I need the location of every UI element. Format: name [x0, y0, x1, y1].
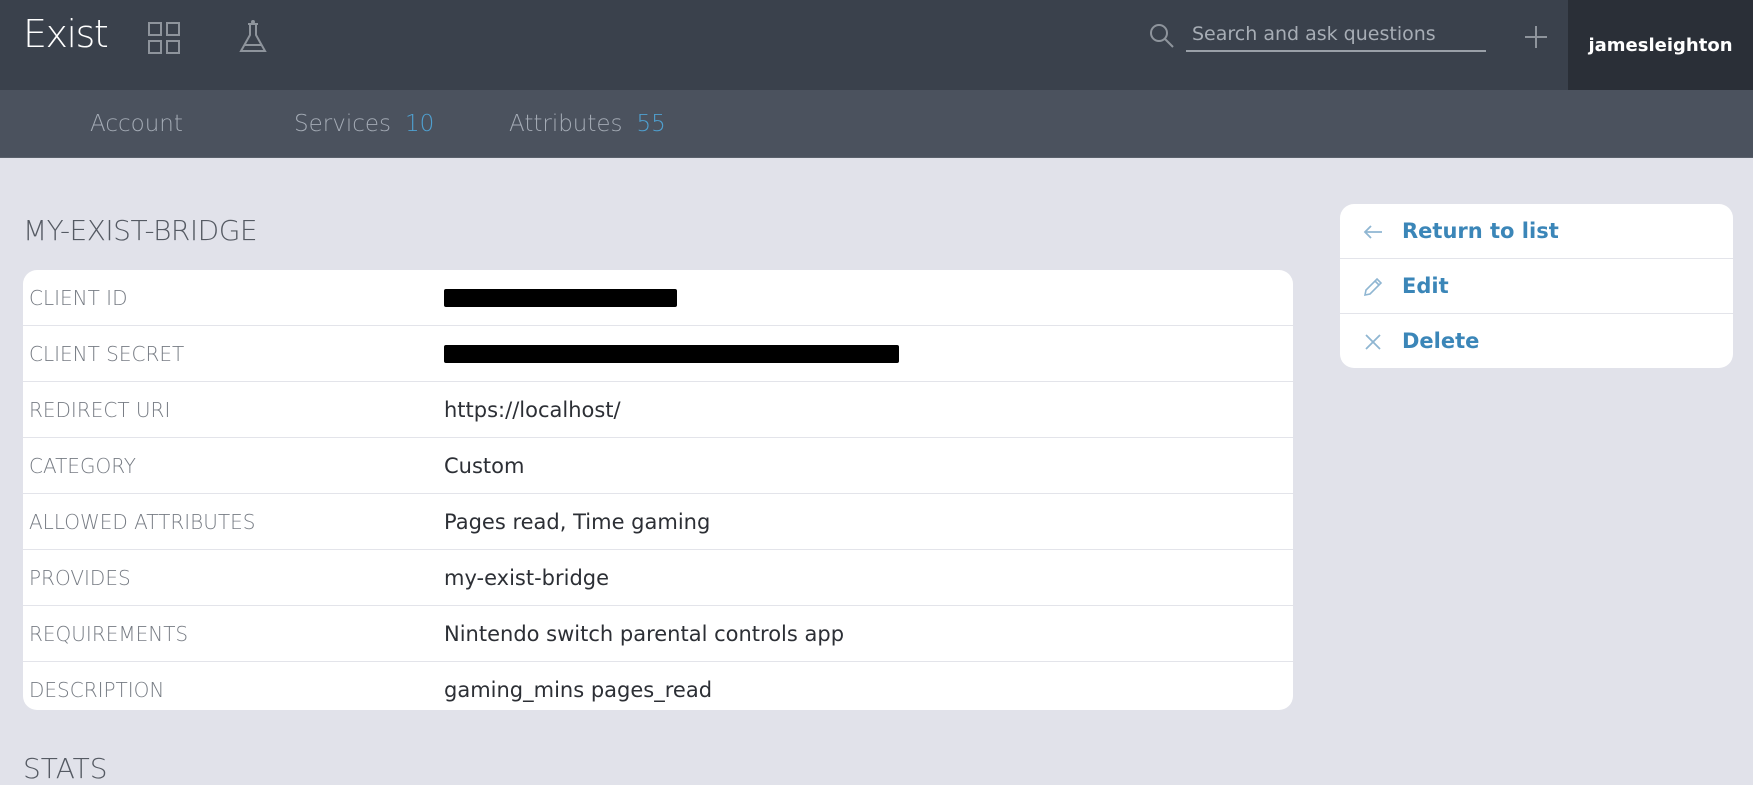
- delete-button[interactable]: Delete: [1340, 314, 1733, 368]
- sub-nav: Account Services 10 Attributes 55: [0, 90, 1753, 158]
- redacted-client-secret: [444, 344, 899, 363]
- stats-heading: STATS: [23, 752, 108, 785]
- edit-button[interactable]: Edit: [1340, 259, 1733, 314]
- top-bar: Exist jamesleighton: [0, 0, 1753, 90]
- page-title: MY-EXIST-BRIDGE: [23, 214, 258, 247]
- detail-row-allowed-attributes: ALLOWED ATTRIBUTES Pages read, Time gami…: [23, 494, 1293, 550]
- arrow-left-icon: [1362, 221, 1384, 243]
- detail-label: REQUIREMENTS: [29, 621, 189, 646]
- details-card: CLIENT ID CLIENT SECRET REDIRECT URI htt…: [23, 270, 1293, 710]
- detail-value: gaming_mins pages_read: [444, 677, 713, 702]
- detail-label: CLIENT SECRET: [29, 341, 185, 366]
- detail-value: Nintendo switch parental controls app: [444, 621, 845, 646]
- action-label: Delete: [1402, 329, 1480, 353]
- tab-label: Attributes: [509, 110, 623, 137]
- plus-icon[interactable]: [1521, 22, 1551, 52]
- return-to-list-button[interactable]: Return to list: [1340, 204, 1733, 259]
- detail-row-client-id: CLIENT ID: [23, 270, 1293, 326]
- action-label: Return to list: [1402, 219, 1559, 243]
- action-label: Edit: [1402, 274, 1449, 298]
- tab-attributes[interactable]: Attributes 55: [509, 90, 666, 157]
- detail-row-provides: PROVIDES my-exist-bridge: [23, 550, 1293, 606]
- detail-value: https://localhost/: [444, 397, 621, 422]
- detail-value: Pages read, Time gaming: [444, 509, 711, 534]
- detail-label: PROVIDES: [29, 565, 131, 590]
- detail-row-client-secret: CLIENT SECRET: [23, 326, 1293, 382]
- detail-value: my-exist-bridge: [444, 565, 610, 590]
- detail-row-description: DESCRIPTION gaming_mins pages_read: [23, 662, 1293, 710]
- detail-label: REDIRECT URI: [29, 397, 171, 422]
- detail-value: Custom: [444, 453, 525, 478]
- pencil-icon: [1362, 276, 1384, 298]
- close-icon: [1362, 331, 1384, 353]
- redacted-client-id: [444, 288, 677, 307]
- logo[interactable]: Exist: [23, 12, 109, 56]
- tab-account[interactable]: Account: [90, 90, 183, 157]
- attributes-count: 55: [636, 110, 666, 137]
- flask-icon[interactable]: [235, 20, 271, 56]
- detail-label: DESCRIPTION: [29, 677, 165, 702]
- detail-label: ALLOWED ATTRIBUTES: [29, 509, 256, 534]
- detail-row-requirements: REQUIREMENTS Nintendo switch parental co…: [23, 606, 1293, 662]
- tab-label: Services: [294, 110, 391, 137]
- search-input[interactable]: [1186, 18, 1486, 52]
- username: jamesleighton: [1588, 34, 1733, 56]
- search-icon[interactable]: [1148, 22, 1176, 50]
- actions-card: Return to list Edit Delete: [1340, 204, 1733, 368]
- user-menu[interactable]: jamesleighton: [1568, 0, 1753, 90]
- tab-services[interactable]: Services 10: [294, 90, 434, 157]
- tab-label: Account: [90, 110, 183, 137]
- detail-label: CLIENT ID: [29, 285, 128, 310]
- detail-label: CATEGORY: [29, 453, 137, 478]
- grid-icon[interactable]: [146, 20, 182, 56]
- detail-row-redirect-uri: REDIRECT URI https://localhost/: [23, 382, 1293, 438]
- detail-row-category: CATEGORY Custom: [23, 438, 1293, 494]
- services-count: 10: [405, 110, 435, 137]
